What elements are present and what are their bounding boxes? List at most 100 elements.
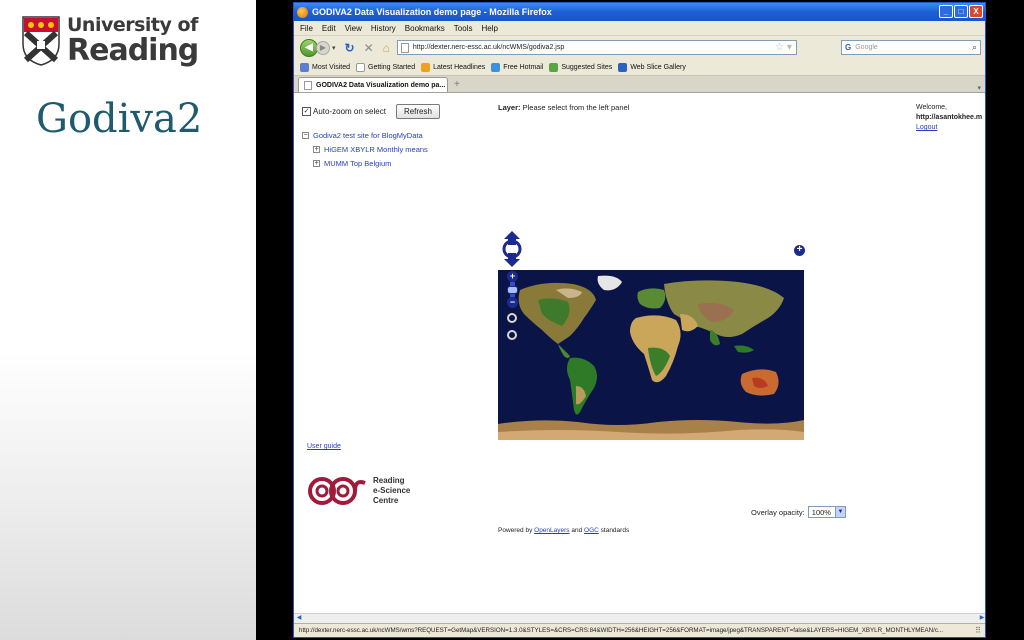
tree-node-higem[interactable]: + HiGEM XBYLR Monthly means — [313, 142, 428, 156]
resc-logo: Reading e-Science Centre — [307, 473, 410, 509]
new-tab-button[interactable]: + — [454, 79, 460, 90]
zoom-out-button[interactable]: − — [507, 297, 518, 308]
logo-line-2: Reading — [67, 33, 199, 68]
bookmark-web-slice-gallery[interactable]: Web Slice Gallery — [618, 62, 686, 72]
search-engine-icon[interactable]: G — [845, 43, 851, 52]
zoom-slider[interactable] — [507, 282, 518, 297]
bookmark-label: Suggested Sites — [561, 63, 613, 71]
autozoom-label: Auto-zoom on select — [313, 107, 386, 116]
scroll-right-icon[interactable]: ▶ — [977, 614, 985, 623]
zoom-slider-thumb[interactable] — [507, 286, 518, 294]
magnifier-icon[interactable] — [507, 330, 517, 340]
expand-icon[interactable]: + — [313, 159, 320, 167]
most-visited-icon — [300, 62, 309, 72]
bookmark-label: Web Slice Gallery — [630, 63, 686, 71]
layer-switcher-button[interactable]: + — [794, 245, 805, 256]
welcome-text: Welcome, — [916, 104, 947, 111]
close-button[interactable]: X — [969, 5, 983, 18]
search-bar[interactable]: G Google ⌕ — [841, 40, 981, 55]
page-icon — [400, 42, 409, 53]
title-bar: GODIVA2 Data Visualization demo page - M… — [294, 3, 985, 21]
overlay-value: 100% — [811, 507, 831, 517]
minimize-button[interactable]: _ — [939, 5, 953, 18]
world-map[interactable] — [498, 270, 804, 440]
horizontal-scrollbar[interactable]: ◀ ▶ — [294, 613, 985, 623]
tab-label: GODIVA2 Data Visualization demo pa... — [316, 81, 446, 89]
bookmark-getting-started[interactable]: Getting Started — [356, 62, 416, 72]
tree-root-label[interactable]: Godiva2 test site for BlogMyData — [313, 131, 423, 140]
overlay-label: Overlay opacity: — [751, 507, 805, 517]
ogc-link[interactable]: OGC — [584, 527, 599, 534]
menu-edit[interactable]: Edit — [322, 24, 336, 33]
tab-strip: GODIVA2 Data Visualization demo pa... + … — [294, 76, 985, 93]
zoom-bar[interactable]: + − — [507, 271, 519, 308]
status-text: http://dexter.nerc-essc.ac.uk/ncWMS/wms?… — [299, 627, 944, 634]
layer-info: Layer: Please select from the left panel — [498, 103, 629, 112]
menu-view[interactable]: View — [345, 24, 362, 33]
forward-button[interactable]: ▶ — [316, 40, 330, 55]
overlay-opacity-select[interactable]: 100% ▼ — [807, 506, 846, 518]
expand-icon[interactable]: + — [313, 145, 320, 153]
openlayers-link[interactable]: OpenLayers — [534, 527, 569, 534]
menu-bar: File Edit View History Bookmarks Tools H… — [294, 21, 985, 36]
bookmark-suggested-sites[interactable]: Suggested Sites — [549, 62, 613, 72]
menu-bookmarks[interactable]: Bookmarks — [405, 24, 445, 33]
url-text[interactable]: http://dexter.nerc-essc.ac.uk/ncWMS/godi… — [413, 44, 564, 51]
menu-tools[interactable]: Tools — [454, 24, 473, 33]
menu-history[interactable]: History — [371, 24, 396, 33]
world-map-image — [498, 270, 804, 440]
url-bar[interactable]: http://dexter.nerc-essc.ac.uk/ncWMS/godi… — [396, 40, 797, 55]
slide-title: Godiva2 — [36, 96, 203, 142]
welcome-panel: Welcome, http://asantokhee.m Logout — [916, 103, 982, 133]
welcome-user: http://asantokhee.m — [916, 114, 983, 121]
tree-node-mumm[interactable]: + MUMM Top Belgium — [313, 156, 428, 170]
tab-godiva2[interactable]: GODIVA2 Data Visualization demo pa... — [298, 77, 448, 92]
logout-link[interactable]: Logout — [916, 123, 982, 133]
tab-list-icon[interactable]: ▾ — [977, 84, 981, 92]
chevron-down-icon[interactable]: ▼ — [834, 507, 845, 517]
rss-icon — [421, 62, 431, 72]
layer-label: Layer: — [498, 103, 521, 112]
autozoom-checkbox[interactable]: ✓ — [302, 107, 311, 116]
user-guide-link[interactable]: User guide — [307, 443, 341, 450]
tree-node-label[interactable]: MUMM Top Belgium — [324, 159, 391, 168]
refresh-button[interactable]: Refresh — [395, 104, 440, 119]
layer-tree: − Godiva2 test site for BlogMyData + HiG… — [302, 128, 428, 170]
page-icon — [304, 80, 312, 90]
bookmark-most-visited[interactable]: Most Visited — [300, 62, 350, 72]
bookmark-star-icon[interactable]: ☆ ▾ — [775, 42, 792, 53]
resc-line-2: e-Science — [373, 486, 411, 495]
bookmark-label: Latest Headlines — [433, 63, 486, 71]
bookmark-latest-headlines[interactable]: Latest Headlines — [421, 62, 486, 72]
powered-suffix: standards — [598, 527, 630, 534]
scroll-left-icon[interactable]: ◀ — [294, 614, 304, 623]
status-bar: http://dexter.nerc-essc.ac.uk/ncWMS/wms?… — [294, 623, 985, 637]
search-icon[interactable]: ⌕ — [972, 42, 977, 53]
tree-root[interactable]: − Godiva2 test site for BlogMyData — [302, 128, 428, 142]
web-slice-icon — [618, 62, 628, 72]
zoom-box-icon[interactable] — [507, 313, 517, 323]
slide-left-panel: University of Reading Godiva2 — [0, 0, 256, 640]
menu-file[interactable]: File — [300, 24, 313, 33]
resize-grip-icon[interactable]: ⠿ — [975, 626, 981, 635]
bookmark-label: Getting Started — [368, 63, 416, 71]
home-icon[interactable]: ⌂ — [383, 42, 390, 54]
tree-node-label[interactable]: HiGEM XBYLR Monthly means — [324, 145, 428, 154]
bookmark-label: Most Visited — [312, 63, 350, 71]
ie-icon — [549, 62, 559, 72]
zoom-in-button[interactable]: + — [507, 271, 518, 282]
resc-swirl-icon — [308, 477, 366, 505]
menu-help[interactable]: Help — [481, 24, 497, 33]
layer-value: Please select from the left panel — [520, 103, 630, 112]
maximize-button[interactable]: □ — [954, 5, 968, 18]
msn-icon — [491, 62, 501, 72]
pan-control-icon[interactable] — [501, 230, 523, 268]
search-input[interactable]: Google — [855, 44, 878, 51]
history-dropdown-icon[interactable]: ▾ — [332, 44, 336, 52]
powered-prefix: Powered by — [498, 527, 535, 534]
page-icon — [356, 62, 365, 72]
collapse-icon[interactable]: − — [302, 131, 309, 139]
stop-icon[interactable]: ✕ — [364, 42, 374, 54]
bookmark-free-hotmail[interactable]: Free Hotmail — [491, 62, 543, 72]
reload-icon[interactable]: ↻ — [345, 42, 355, 54]
